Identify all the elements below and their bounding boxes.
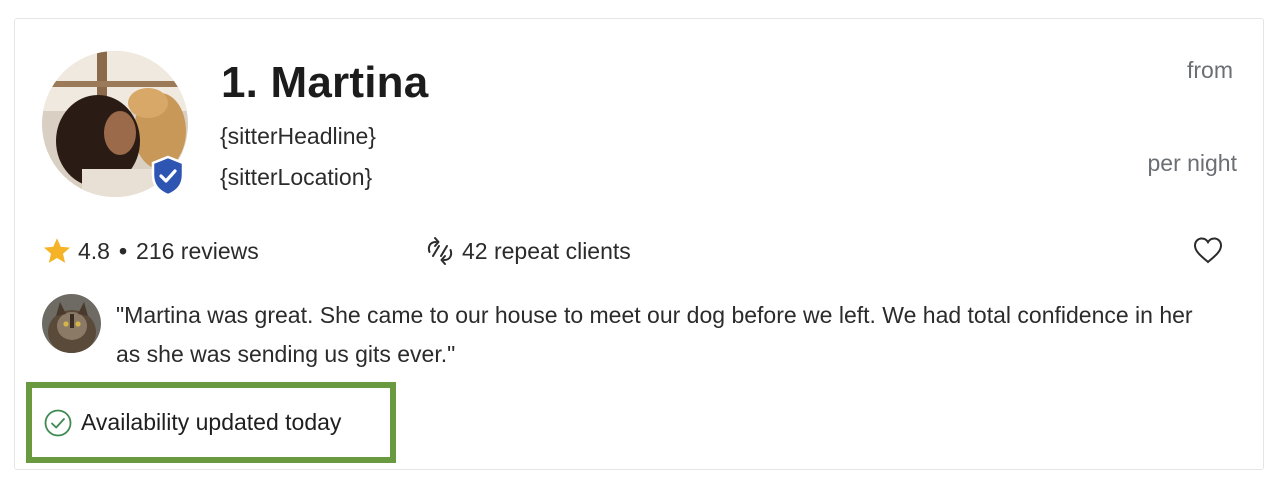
- verified-badge-icon: [151, 155, 185, 197]
- sitter-location: {sitterLocation}: [220, 164, 373, 190]
- repeat-clients: 42 repeat clients: [424, 234, 631, 268]
- availability-label: Availability updated today: [81, 409, 342, 435]
- sitter-headline: {sitterHeadline}: [220, 123, 376, 149]
- rating-separator: •: [118, 237, 128, 264]
- star-icon: [44, 238, 70, 263]
- review-count[interactable]: 216 reviews: [136, 238, 259, 265]
- price-per-night-label: per night: [1147, 150, 1237, 176]
- rating-summary: 4.8 • 216 reviews: [42, 234, 259, 268]
- check-circle-icon: [44, 409, 72, 436]
- review-quote: "Martina was great. She came to our hous…: [116, 302, 1193, 367]
- rating-value: 4.8: [78, 237, 110, 264]
- reviewer-avatar: [42, 294, 101, 353]
- heart-icon[interactable]: [1192, 235, 1224, 265]
- sitter-name[interactable]: 1. Martina: [221, 56, 428, 110]
- availability-status: Availability updated today: [26, 382, 396, 463]
- repeat-icon: [427, 237, 453, 265]
- price-from-label: from: [1187, 57, 1233, 83]
- repeat-clients-label: 42 repeat clients: [462, 237, 631, 264]
